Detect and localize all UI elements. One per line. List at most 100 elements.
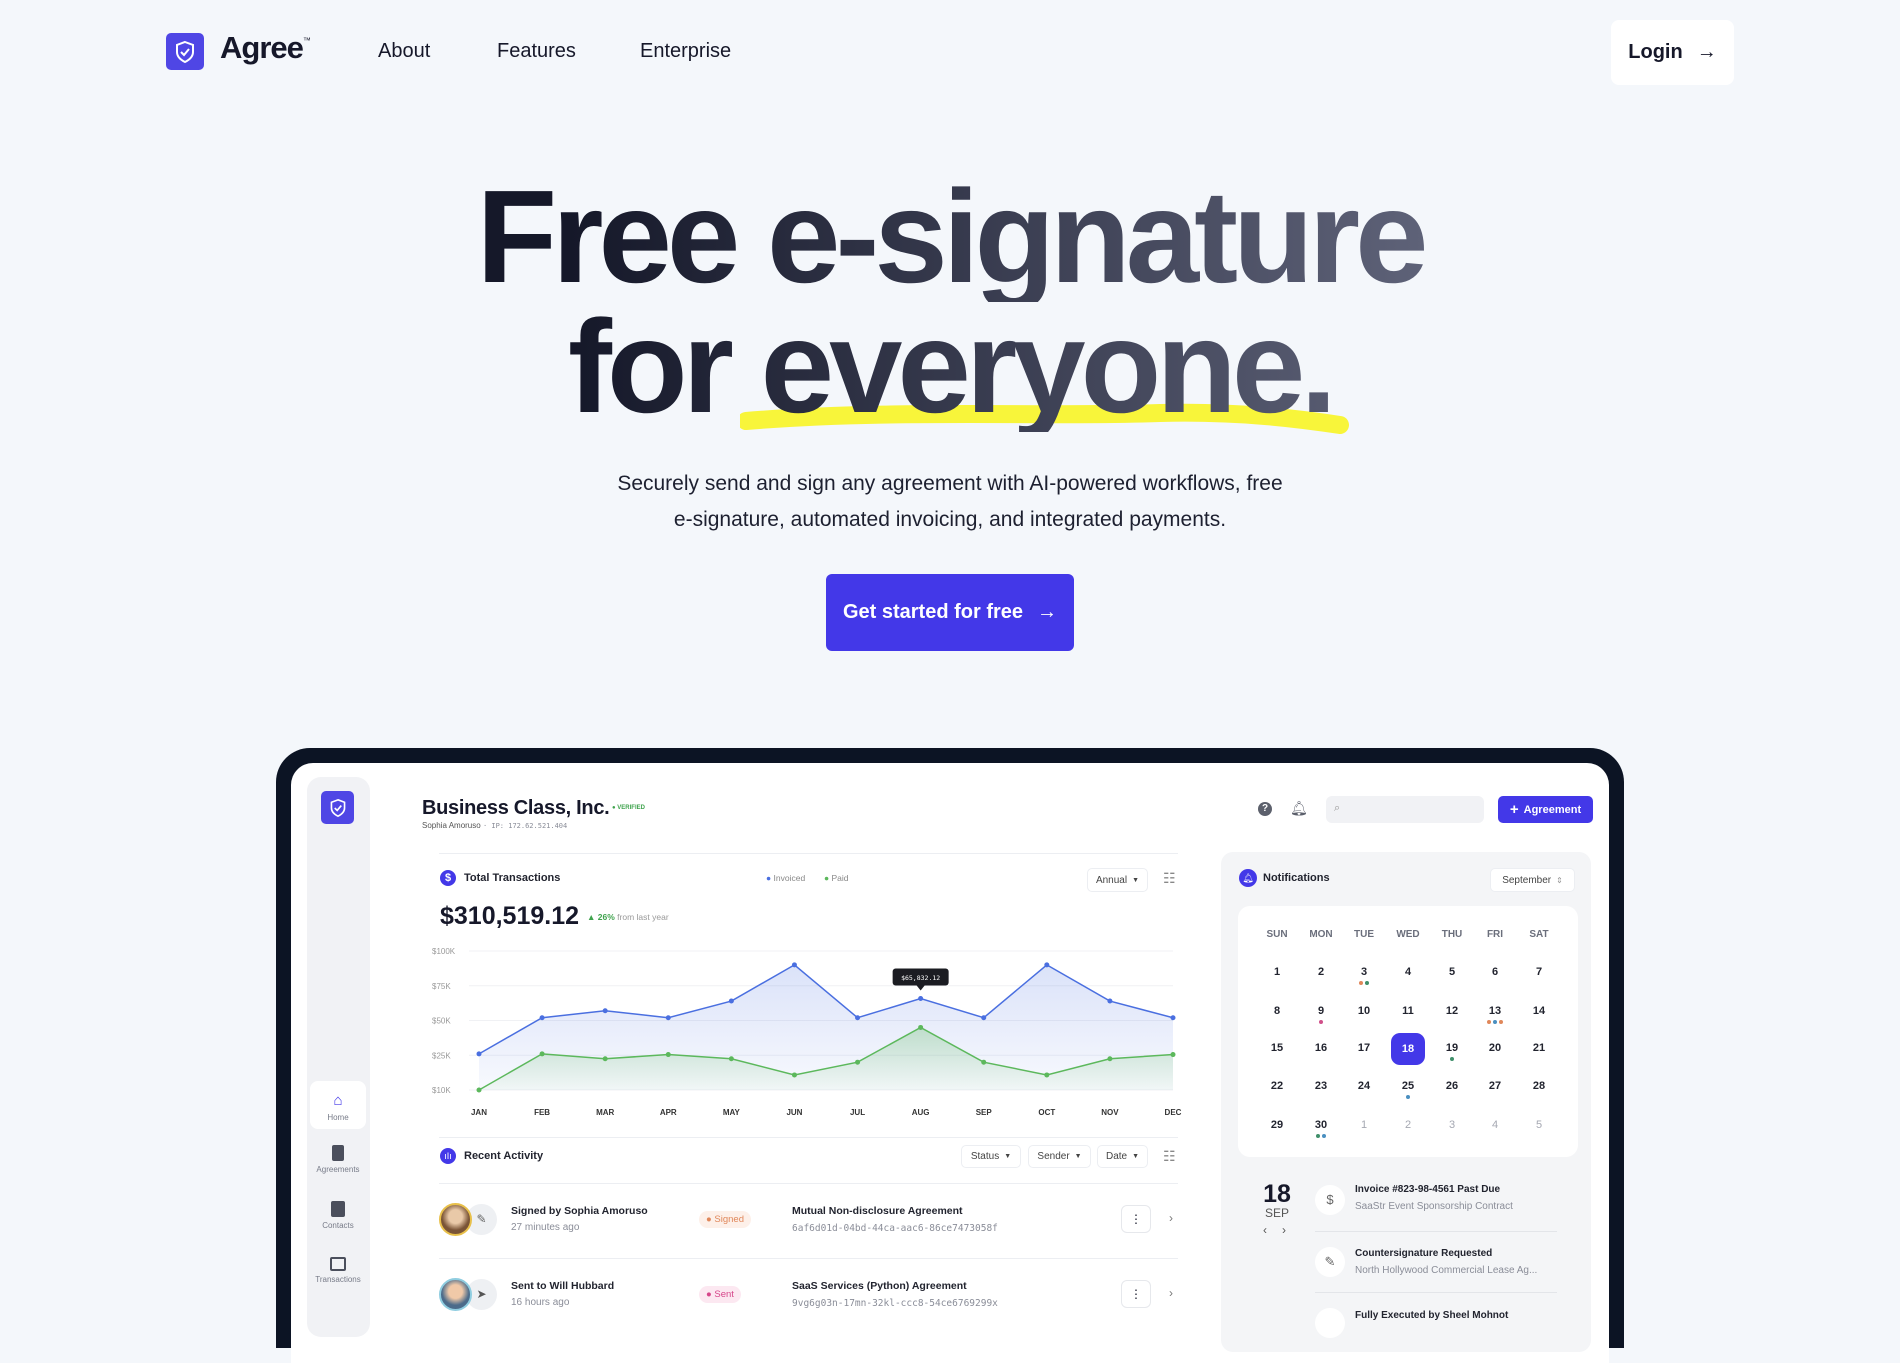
verified-badge: ● VERIFIED <box>612 805 645 811</box>
point-paid <box>791 1072 797 1078</box>
status-badge: ● Signed <box>699 1211 751 1228</box>
nav-enterprise[interactable]: Enterprise <box>640 40 731 63</box>
next-day-icon[interactable]: › <box>1282 1223 1286 1237</box>
legend-invoiced: ● Invoiced <box>766 873 806 883</box>
calendar-day[interactable]: 21 <box>1519 1042 1559 1054</box>
calendar-day[interactable]: 20 <box>1475 1042 1515 1054</box>
sidebar-item-agreements[interactable]: Agreements <box>310 1145 366 1174</box>
calendar-day[interactable]: 12 <box>1432 1005 1472 1017</box>
prev-day-icon[interactable]: ‹ <box>1263 1223 1267 1237</box>
divider <box>439 1258 1178 1259</box>
help-icon[interactable]: ? <box>1258 802 1272 816</box>
hero-title-line2: for everyone. <box>0 301 1900 433</box>
calendar-day[interactable]: 22 <box>1257 1080 1297 1092</box>
notification-title[interactable]: Invoice #823-98-4561 Past Due <box>1355 1184 1500 1195</box>
event-dots <box>1475 1020 1515 1024</box>
shield-check-icon <box>176 40 194 63</box>
point-invoiced <box>728 998 734 1004</box>
day-number: 22 <box>1270 1080 1284 1092</box>
chevron-right-icon[interactable]: › <box>1169 1286 1173 1300</box>
calendar-day[interactable]: 27 <box>1475 1080 1515 1092</box>
day-number: 11 <box>1402 1005 1414 1017</box>
calendar-day[interactable]: 25 <box>1388 1080 1428 1099</box>
point-paid <box>918 1024 924 1030</box>
calendar-day[interactable]: 2 <box>1388 1119 1428 1131</box>
activity-row[interactable]: ✎ Signed by Sophia Amoruso 27 minutes ag… <box>439 1203 1179 1239</box>
sidebar-item-transactions[interactable]: Transactions <box>310 1257 366 1284</box>
divider <box>1315 1231 1557 1232</box>
search-input[interactable]: ⌕ <box>1326 796 1484 823</box>
point-invoiced <box>539 1015 545 1021</box>
nav-features[interactable]: Features <box>497 40 576 63</box>
more-options-icon[interactable]: ⋮ <box>1121 1280 1151 1308</box>
notification-title[interactable]: Countersignature Requested <box>1355 1248 1492 1259</box>
calendar-day[interactable]: 4 <box>1475 1119 1515 1131</box>
calendar-day[interactable]: 14 <box>1519 1005 1559 1017</box>
period-dropdown[interactable]: Annual ▼ <box>1087 868 1148 892</box>
month-select[interactable]: September ⇕ <box>1490 868 1575 892</box>
calendar-day[interactable]: 17 <box>1344 1042 1384 1054</box>
calendar-day[interactable]: 8 <box>1257 1005 1297 1017</box>
day-number: 19 <box>1445 1042 1459 1054</box>
day-number: 5 <box>1448 966 1456 978</box>
calendar-day[interactable]: 7 <box>1519 966 1559 978</box>
calendar-day[interactable]: 29 <box>1257 1119 1297 1131</box>
event-dots <box>1432 1057 1472 1061</box>
day-number: 15 <box>1270 1042 1284 1054</box>
bell-icon: 🔔︎ <box>1239 869 1257 887</box>
brand-name[interactable]: Agree™ <box>220 30 311 66</box>
point-paid <box>1170 1052 1176 1058</box>
calendar-day[interactable]: 26 <box>1432 1080 1472 1092</box>
activity-row-title: Sent to Will Hubbard <box>511 1280 615 1292</box>
day-number: 25 <box>1401 1080 1415 1092</box>
calendar-day[interactable]: 28 <box>1519 1080 1559 1092</box>
calendar-day[interactable]: 1 <box>1344 1119 1384 1131</box>
get-started-button[interactable]: Get started for free → <box>826 574 1074 651</box>
day-number: 9 <box>1317 1005 1325 1017</box>
calendar-day[interactable]: 23 <box>1301 1080 1341 1092</box>
x-tick-label: SEP <box>976 1108 993 1117</box>
calendar-day[interactable]: 24 <box>1344 1080 1384 1092</box>
login-button[interactable]: Login → <box>1611 20 1734 85</box>
calendar-day[interactable]: 2 <box>1301 966 1341 978</box>
calendar-day[interactable]: 18 <box>1391 1033 1425 1065</box>
notification-title[interactable]: Fully Executed by Sheel Mohnot <box>1355 1310 1508 1321</box>
calendar-day[interactable]: 16 <box>1301 1042 1341 1054</box>
filter-sliders-icon[interactable]: ☷ <box>1163 870 1176 887</box>
chevron-right-icon[interactable]: › <box>1169 1211 1173 1225</box>
day-number: 28 <box>1532 1080 1546 1092</box>
more-options-icon[interactable]: ⋮ <box>1121 1205 1151 1233</box>
calendar-day[interactable]: 13 <box>1475 1005 1515 1024</box>
calendar-day[interactable]: 10 <box>1344 1005 1384 1017</box>
calendar-day[interactable]: 5 <box>1432 966 1472 978</box>
activity-row[interactable]: ➤ Sent to Will Hubbard 16 hours ago ● Se… <box>439 1278 1179 1314</box>
calendar-day[interactable]: 15 <box>1257 1042 1297 1054</box>
bell-icon[interactable]: 🔔︎ <box>1290 800 1308 817</box>
brand-logo[interactable] <box>166 33 204 70</box>
sidebar-logo[interactable] <box>321 791 354 824</box>
calendar-day[interactable]: 5 <box>1519 1119 1559 1131</box>
filter-sliders-icon[interactable]: ☷ <box>1163 1148 1176 1165</box>
calendar-day[interactable]: 9 <box>1301 1005 1341 1024</box>
status-filter[interactable]: Status ▼ <box>961 1145 1021 1168</box>
point-paid <box>539 1051 545 1057</box>
new-agreement-button[interactable]: + Agreement <box>1498 796 1593 823</box>
sidebar-item-home[interactable]: ⌂ Home <box>310 1081 366 1129</box>
sidebar-item-contacts[interactable]: Contacts <box>310 1201 366 1230</box>
divider <box>439 1137 1178 1138</box>
calendar-day[interactable]: 30 <box>1301 1119 1341 1138</box>
sender-filter[interactable]: Sender ▼ <box>1028 1145 1091 1168</box>
calendar-day[interactable]: 4 <box>1388 966 1428 978</box>
calendar-day[interactable]: 6 <box>1475 966 1515 978</box>
day-number: 4 <box>1491 1119 1499 1131</box>
nav-about[interactable]: About <box>378 40 430 63</box>
x-tick-label: NOV <box>1101 1108 1119 1117</box>
day-number: 12 <box>1445 1005 1459 1017</box>
calendar-day[interactable]: 1 <box>1257 966 1297 978</box>
calendar-day[interactable]: 3 <box>1432 1119 1472 1131</box>
calendar-day[interactable]: 19 <box>1432 1042 1472 1061</box>
date-filter[interactable]: Date ▼ <box>1097 1145 1148 1168</box>
calendar-day[interactable]: 11 <box>1388 1005 1428 1017</box>
calendar-day[interactable]: 3 <box>1344 966 1384 985</box>
dollar-icon: $ <box>1315 1185 1345 1215</box>
